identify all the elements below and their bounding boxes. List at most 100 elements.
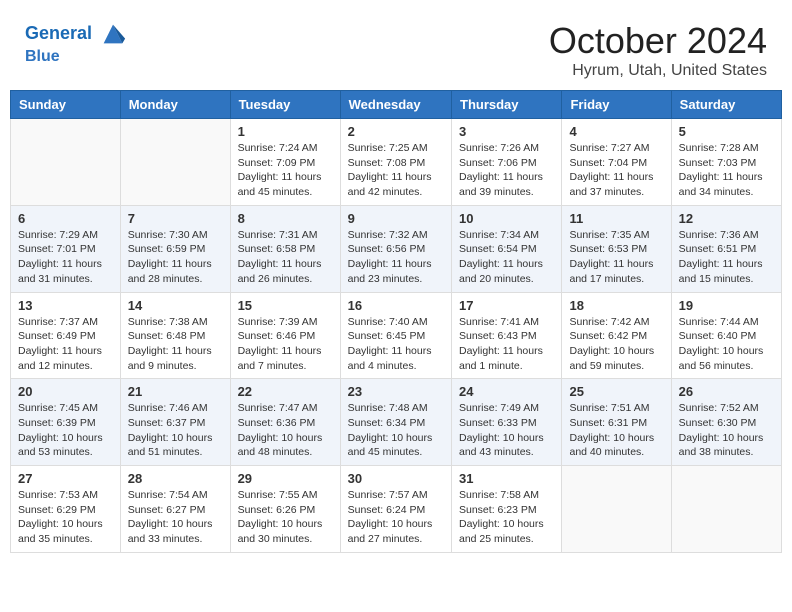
calendar-cell: 2 Sunrise: 7:25 AMSunset: 7:08 PMDaylight… — [340, 119, 451, 206]
day-number: 24 — [459, 384, 554, 399]
calendar-cell — [562, 466, 671, 553]
calendar-cell: 10Sunrise: 7:34 AMSunset: 6:54 PMDayligh… — [452, 205, 562, 292]
day-number: 29 — [238, 471, 333, 486]
day-info: Sunrise: 7:42 AMSunset: 6:42 PMDaylight:… — [569, 315, 663, 374]
calendar-cell — [671, 466, 781, 553]
day-info: Sunrise: 7:27 AMSunset: 7:04 PMDaylight:… — [569, 141, 663, 200]
day-info: Sunrise: 7:37 AMSunset: 6:49 PMDaylight:… — [18, 315, 113, 374]
weekday-header: Saturday — [671, 91, 781, 119]
day-number: 12 — [679, 211, 774, 226]
day-number: 26 — [679, 384, 774, 399]
day-info: Sunrise: 7:26 AMSunset: 7:06 PMDaylight:… — [459, 141, 554, 200]
day-info: Sunrise: 7:45 AMSunset: 6:39 PMDaylight:… — [18, 401, 113, 460]
day-info: Sunrise: 7:24 AMSunset: 7:09 PMDaylight:… — [238, 141, 333, 200]
day-number: 28 — [128, 471, 223, 486]
day-info: Sunrise: 7:46 AMSunset: 6:37 PMDaylight:… — [128, 401, 223, 460]
calendar-cell: 21Sunrise: 7:46 AMSunset: 6:37 PMDayligh… — [120, 379, 230, 466]
day-info: Sunrise: 7:36 AMSunset: 6:51 PMDaylight:… — [679, 228, 774, 287]
weekday-header: Sunday — [11, 91, 121, 119]
day-info: Sunrise: 7:49 AMSunset: 6:33 PMDaylight:… — [459, 401, 554, 460]
calendar-cell: 11 Sunrise: 7:35 AMSunset: 6:53 PMDayligh… — [562, 205, 671, 292]
day-info: Sunrise: 7:44 AMSunset: 6:40 PMDaylight:… — [679, 315, 774, 374]
calendar-cell: 25 Sunrise: 7:51 AMSunset: 6:31 PMDayligh… — [562, 379, 671, 466]
calendar-cell — [120, 119, 230, 206]
day-info: Sunrise: 7:51 AMSunset: 6:31 PMDaylight:… — [569, 401, 663, 460]
calendar-cell: 3 Sunrise: 7:26 AMSunset: 7:06 PMDaylight… — [452, 119, 562, 206]
day-number: 22 — [238, 384, 333, 399]
day-number: 23 — [348, 384, 444, 399]
day-info: Sunrise: 7:28 AMSunset: 7:03 PMDaylight:… — [679, 141, 774, 200]
weekday-header: Thursday — [452, 91, 562, 119]
calendar-cell: 26 Sunrise: 7:52 AMSunset: 6:30 PMDayligh… — [671, 379, 781, 466]
day-info: Sunrise: 7:31 AMSunset: 6:58 PMDaylight:… — [238, 228, 333, 287]
day-number: 19 — [679, 298, 774, 313]
day-number: 18 — [569, 298, 663, 313]
day-info: Sunrise: 7:35 AMSunset: 6:53 PMDaylight:… — [569, 228, 663, 287]
day-number: 4 — [569, 124, 663, 139]
calendar-cell: 18 Sunrise: 7:42 AMSunset: 6:42 PMDayligh… — [562, 292, 671, 379]
day-info: Sunrise: 7:29 AMSunset: 7:01 PMDaylight:… — [18, 228, 113, 287]
day-info: Sunrise: 7:53 AMSunset: 6:29 PMDaylight:… — [18, 488, 113, 547]
calendar-cell: 1 Sunrise: 7:24 AMSunset: 7:09 PMDaylight… — [230, 119, 340, 206]
day-number: 27 — [18, 471, 113, 486]
day-number: 2 — [348, 124, 444, 139]
day-number: 8 — [238, 211, 333, 226]
day-info: Sunrise: 7:40 AMSunset: 6:45 PMDaylight:… — [348, 315, 444, 374]
day-info: Sunrise: 7:32 AMSunset: 6:56 PMDaylight:… — [348, 228, 444, 287]
calendar-cell: 31Sunrise: 7:58 AMSunset: 6:23 PMDayligh… — [452, 466, 562, 553]
calendar-cell: 23 Sunrise: 7:48 AMSunset: 6:34 PMDayligh… — [340, 379, 451, 466]
day-number: 7 — [128, 211, 223, 226]
day-info: Sunrise: 7:30 AMSunset: 6:59 PMDaylight:… — [128, 228, 223, 287]
day-number: 15 — [238, 298, 333, 313]
calendar-cell: 19 Sunrise: 7:44 AMSunset: 6:40 PMDayligh… — [671, 292, 781, 379]
logo-subtext: Blue — [25, 48, 127, 66]
day-info: Sunrise: 7:48 AMSunset: 6:34 PMDaylight:… — [348, 401, 444, 460]
day-number: 11 — [569, 211, 663, 226]
day-info: Sunrise: 7:58 AMSunset: 6:23 PMDaylight:… — [459, 488, 554, 547]
calendar-cell — [11, 119, 121, 206]
day-info: Sunrise: 7:38 AMSunset: 6:48 PMDaylight:… — [128, 315, 223, 374]
logo-text: General — [25, 20, 127, 48]
calendar-week-row: 1 Sunrise: 7:24 AMSunset: 7:09 PMDaylight… — [11, 119, 782, 206]
day-info: Sunrise: 7:25 AMSunset: 7:08 PMDaylight:… — [348, 141, 444, 200]
day-number: 5 — [679, 124, 774, 139]
day-number: 3 — [459, 124, 554, 139]
logo-icon — [99, 20, 127, 48]
calendar-cell: 15Sunrise: 7:39 AMSunset: 6:46 PMDayligh… — [230, 292, 340, 379]
day-number: 13 — [18, 298, 113, 313]
calendar-week-row: 20Sunrise: 7:45 AMSunset: 6:39 PMDayligh… — [11, 379, 782, 466]
calendar-header-row: SundayMondayTuesdayWednesdayThursdayFrid… — [11, 91, 782, 119]
calendar-cell: 16 Sunrise: 7:40 AMSunset: 6:45 PMDayligh… — [340, 292, 451, 379]
day-info: Sunrise: 7:57 AMSunset: 6:24 PMDaylight:… — [348, 488, 444, 547]
calendar-cell: 8 Sunrise: 7:31 AMSunset: 6:58 PMDaylight… — [230, 205, 340, 292]
day-number: 30 — [348, 471, 444, 486]
calendar-cell: 9Sunrise: 7:32 AMSunset: 6:56 PMDaylight… — [340, 205, 451, 292]
calendar-cell: 28 Sunrise: 7:54 AMSunset: 6:27 PMDayligh… — [120, 466, 230, 553]
calendar-cell: 5 Sunrise: 7:28 AMSunset: 7:03 PMDaylight… — [671, 119, 781, 206]
day-number: 16 — [348, 298, 444, 313]
weekday-header: Monday — [120, 91, 230, 119]
calendar-cell: 13 Sunrise: 7:37 AMSunset: 6:49 PMDayligh… — [11, 292, 121, 379]
day-info: Sunrise: 7:52 AMSunset: 6:30 PMDaylight:… — [679, 401, 774, 460]
day-info: Sunrise: 7:47 AMSunset: 6:36 PMDaylight:… — [238, 401, 333, 460]
logo: General Blue — [25, 20, 127, 66]
calendar-week-row: 6Sunrise: 7:29 AMSunset: 7:01 PMDaylight… — [11, 205, 782, 292]
day-number: 25 — [569, 384, 663, 399]
weekday-header: Friday — [562, 91, 671, 119]
calendar-cell: 29 Sunrise: 7:55 AMSunset: 6:26 PMDayligh… — [230, 466, 340, 553]
day-number: 1 — [238, 124, 333, 139]
calendar-cell: 4 Sunrise: 7:27 AMSunset: 7:04 PMDaylight… — [562, 119, 671, 206]
day-info: Sunrise: 7:54 AMSunset: 6:27 PMDaylight:… — [128, 488, 223, 547]
day-number: 17 — [459, 298, 554, 313]
location: Hyrum, Utah, United States — [549, 62, 767, 80]
weekday-header: Tuesday — [230, 91, 340, 119]
title-block: October 2024 Hyrum, Utah, United States — [549, 20, 767, 80]
day-info: Sunrise: 7:41 AMSunset: 6:43 PMDaylight:… — [459, 315, 554, 374]
day-number: 14 — [128, 298, 223, 313]
calendar-cell: 17 Sunrise: 7:41 AMSunset: 6:43 PMDayligh… — [452, 292, 562, 379]
weekday-header: Wednesday — [340, 91, 451, 119]
calendar-week-row: 27 Sunrise: 7:53 AMSunset: 6:29 PMDayligh… — [11, 466, 782, 553]
day-info: Sunrise: 7:55 AMSunset: 6:26 PMDaylight:… — [238, 488, 333, 547]
calendar-cell: 20Sunrise: 7:45 AMSunset: 6:39 PMDayligh… — [11, 379, 121, 466]
page-header: General Blue October 2024 Hyrum, Utah, U… — [10, 10, 782, 85]
